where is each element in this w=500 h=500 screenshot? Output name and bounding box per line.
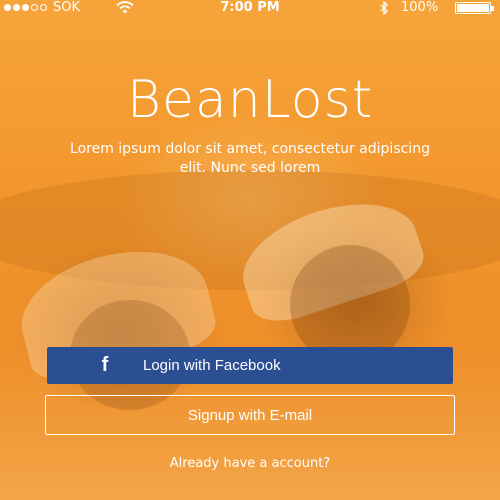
app-title: BeanLost <box>126 70 374 130</box>
bluetooth-icon <box>380 1 388 15</box>
facebook-button-label: Login with Facebook <box>143 357 281 374</box>
login-with-facebook-button[interactable]: f Login with Facebook <box>47 347 453 384</box>
email-button-label: Signup with E-mail <box>187 406 313 424</box>
battery-percentage: 100% <box>401 0 439 15</box>
signup-with-email-button[interactable]: Signup with E-mail <box>45 395 455 435</box>
login-screen: SOK 7:00 PM 100% BeanLost Lorem ipsum do… <box>0 0 500 500</box>
battery-icon <box>455 2 494 14</box>
status-bar: SOK 7:00 PM 100% <box>0 0 500 16</box>
already-have-account-link[interactable]: Already have a account? <box>0 456 500 471</box>
facebook-icon: f <box>101 354 109 376</box>
app-tagline: Lorem ipsum dolor sit amet, consectetur … <box>70 141 430 176</box>
